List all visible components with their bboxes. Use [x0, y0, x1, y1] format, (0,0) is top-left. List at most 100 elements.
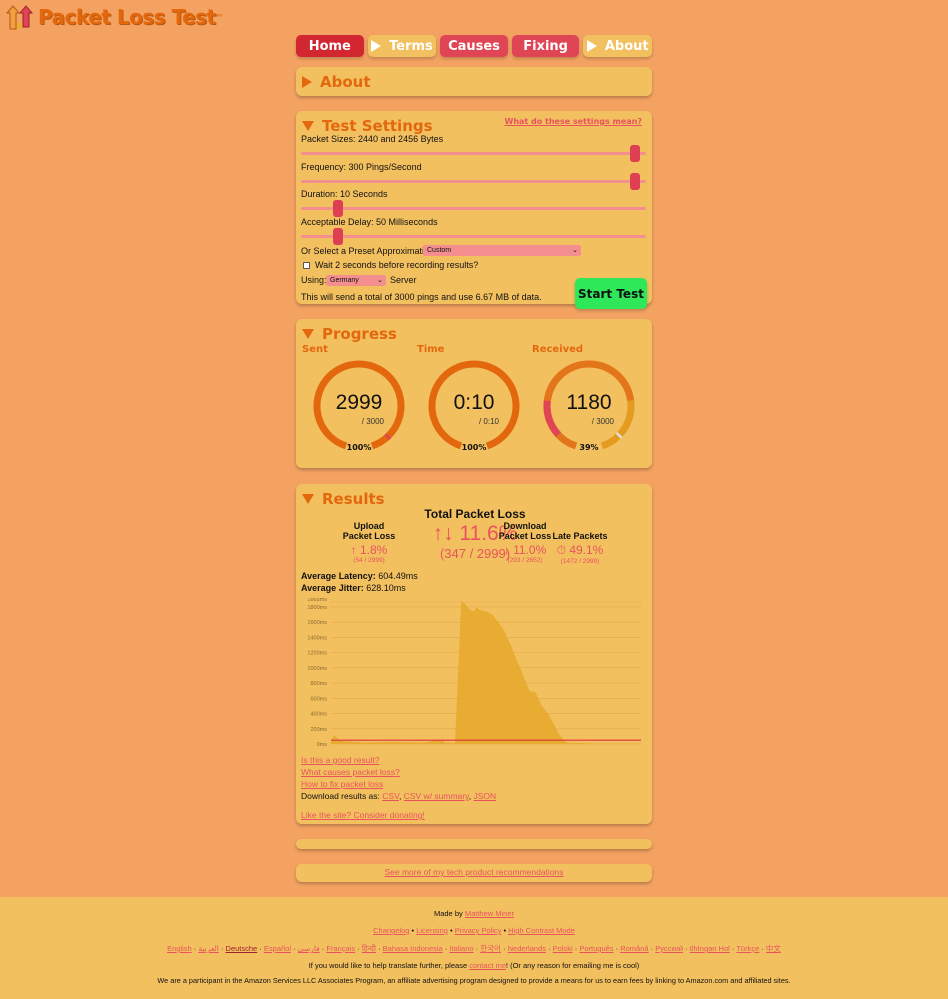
- language-link[interactable]: Bahasa Indonesia: [383, 944, 443, 953]
- recommendations-link[interactable]: See more of my tech product recommendati…: [384, 867, 563, 877]
- nav-causes-label: Causes: [448, 38, 500, 54]
- server-select[interactable]: Germany ⌄: [326, 275, 386, 286]
- preset-select[interactable]: Custom ⌄: [423, 245, 581, 256]
- late-packets: Late Packets ⏱ 49.1% (1472 / 2999): [550, 531, 610, 565]
- latency-chart-svg: 0ms 200ms 400ms 600ms 800ms 1000ms 1200ms 1400m…: [307, 597, 641, 748]
- duration-label: Duration: 10 Seconds: [301, 189, 388, 199]
- total-loss-title: Total Packet Loss: [424, 507, 526, 521]
- nav-fixing-button[interactable]: Fixing: [511, 35, 580, 57]
- upload-head-2: Packet Loss: [342, 531, 396, 541]
- nav-home-button[interactable]: Home: [296, 35, 364, 57]
- language-separator: ·: [500, 944, 508, 953]
- high-contrast-link[interactable]: High Contrast Mode: [508, 926, 575, 935]
- test-settings-title: Test Settings: [322, 117, 433, 135]
- language-link[interactable]: فارسی: [298, 944, 320, 953]
- nav-terms-label: Terms: [389, 38, 433, 54]
- nav-terms-button[interactable]: Terms: [367, 35, 437, 57]
- results-header[interactable]: Results: [302, 490, 385, 508]
- language-link[interactable]: हिन्दी: [362, 944, 376, 953]
- language-link[interactable]: Русский: [655, 944, 683, 953]
- time-gauge: 0:10 / 0:10 100%: [427, 359, 521, 453]
- chart-latency-area: [331, 602, 641, 744]
- slider-thumb[interactable]: [630, 145, 640, 162]
- wait-checkbox[interactable]: [303, 261, 310, 269]
- language-link[interactable]: Nederlands: [508, 944, 546, 953]
- good-result-link[interactable]: Is this a good result?: [301, 755, 379, 765]
- language-link[interactable]: Português: [579, 944, 613, 953]
- start-test-button[interactable]: Start Test: [575, 278, 647, 309]
- language-link[interactable]: 中文: [766, 944, 781, 953]
- about-panel[interactable]: About: [296, 67, 652, 96]
- expand-arrow-icon: [371, 40, 382, 52]
- language-link[interactable]: Română: [620, 944, 648, 953]
- language-link[interactable]: tlhIngan Hol: [690, 944, 730, 953]
- results-title: Results: [322, 490, 385, 508]
- progress-title: Progress: [322, 325, 397, 343]
- settings-summary: This will send a total of 3000 pings and…: [301, 292, 542, 302]
- about-panel-header[interactable]: About: [302, 73, 371, 91]
- recommendations-panel: See more of my tech product recommendati…: [296, 864, 652, 882]
- privacy-policy-link[interactable]: Privacy Policy: [455, 926, 502, 935]
- logo-trademark: ™: [215, 13, 223, 21]
- packet-sizes-slider[interactable]: [301, 145, 646, 162]
- sent-total: / 3000: [361, 417, 384, 426]
- nav-causes-button[interactable]: Causes: [440, 35, 508, 57]
- nav-about-button[interactable]: About: [583, 35, 653, 57]
- duration-slider[interactable]: [301, 200, 646, 217]
- collapsed-arrow-icon: [302, 76, 312, 88]
- footer-links: Changelog • Licensing • Privacy Policy •…: [373, 926, 575, 935]
- late-head: Late Packets: [552, 531, 608, 541]
- about-panel-title: About: [320, 73, 371, 91]
- late-packets-value: ⏱ 49.1%: [556, 543, 604, 557]
- slider-thumb[interactable]: [332, 228, 343, 245]
- language-link[interactable]: Polski: [553, 944, 573, 953]
- donate-link[interactable]: Like the site? Consider donating!: [301, 810, 425, 820]
- empty-panel: [296, 839, 652, 849]
- fix-link[interactable]: How to fix packet loss: [301, 779, 383, 789]
- slider-thumb[interactable]: [332, 200, 343, 217]
- language-link[interactable]: العربية: [198, 944, 219, 953]
- upload-head: Upload: [353, 521, 385, 531]
- preset-label: Or Select a Preset Approximation:: [301, 246, 437, 256]
- download-csv-link[interactable]: CSV: [382, 791, 399, 801]
- download-csv-summary-link[interactable]: CSV w/ summary: [404, 791, 469, 801]
- download-loss-fraction: (293 / 2652): [507, 557, 543, 564]
- frequency-slider[interactable]: [301, 173, 646, 190]
- language-link[interactable]: 한국어: [480, 944, 501, 953]
- progress-header[interactable]: Progress: [302, 325, 397, 343]
- author-link[interactable]: Matthew Miner: [465, 909, 514, 918]
- language-link[interactable]: Español: [264, 944, 291, 953]
- made-by-label: Made by: [433, 909, 463, 918]
- footer: Made by Matthew Miner Changelog • Licens…: [0, 897, 948, 999]
- download-json-link[interactable]: JSON: [473, 791, 496, 801]
- site-logo[interactable]: Packet Loss Test ™: [5, 2, 223, 32]
- language-link[interactable]: Deutsche: [226, 944, 258, 953]
- contact-link[interactable]: contact me: [469, 961, 506, 970]
- causes-link-wrap: What causes packet loss?: [301, 767, 400, 777]
- slider-thumb[interactable]: [630, 173, 640, 190]
- translate-note: If you would like to help translate furt…: [0, 961, 948, 970]
- download-loss: Download Packet Loss ↓ 11.0% (293 / 2652…: [492, 521, 558, 564]
- chart-y-tick-label: 1600ms: [307, 620, 327, 626]
- language-link[interactable]: English: [167, 944, 192, 953]
- sent-value: 2999: [335, 391, 383, 414]
- licensing-link[interactable]: Licensing: [416, 926, 448, 935]
- acceptable-delay-slider[interactable]: [301, 228, 646, 245]
- server-suffix: Server: [390, 275, 417, 285]
- time-value: 0:10: [453, 391, 495, 414]
- chevron-down-icon: ⌄: [572, 247, 578, 254]
- using-label: Using:: [301, 275, 327, 285]
- language-separator: ·: [759, 944, 766, 953]
- download-results: Download results as: CSV, CSV w/ summary…: [301, 791, 497, 801]
- avg-jitter-label: Average Jitter:: [301, 583, 364, 593]
- causes-link[interactable]: What causes packet loss?: [301, 767, 400, 777]
- language-link[interactable]: Italiano: [449, 944, 473, 953]
- language-link[interactable]: Français: [326, 944, 355, 953]
- gauge-marker: [615, 431, 623, 439]
- changelog-link[interactable]: Changelog: [373, 926, 409, 935]
- settings-help-link[interactable]: What do these settings mean?: [505, 117, 643, 126]
- nav-about-label: About: [604, 38, 649, 54]
- test-settings-header[interactable]: Test Settings: [302, 117, 433, 135]
- gauge-mark-lost: [384, 433, 392, 441]
- language-link[interactable]: Türkçe: [736, 944, 759, 953]
